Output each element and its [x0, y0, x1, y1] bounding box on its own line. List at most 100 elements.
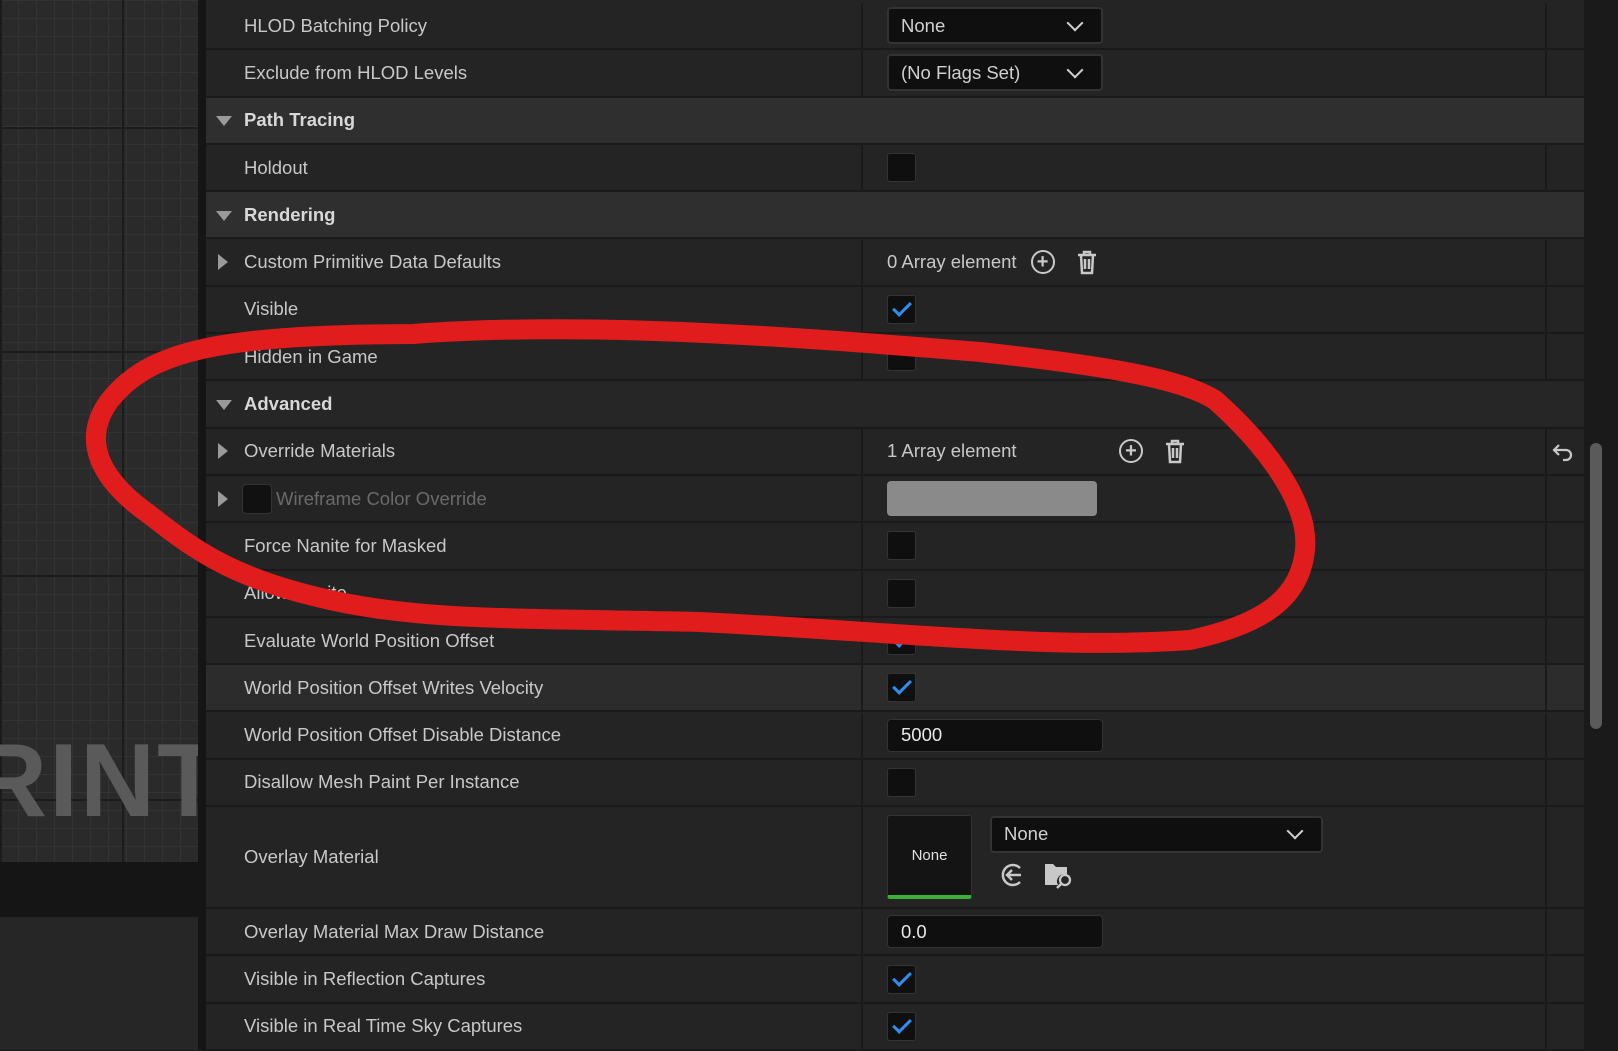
checkmark-icon — [891, 1013, 912, 1034]
chevron-down-icon — [1066, 61, 1084, 79]
array-count: 1 Array element — [887, 440, 1017, 462]
property-value: None — [865, 3, 1547, 49]
property-row-overlay-material: Overlay Material None None — [206, 807, 1584, 910]
label-text: Overlay Material — [244, 846, 379, 868]
browse-asset-icon[interactable] — [1044, 861, 1074, 889]
checkbox-visible[interactable] — [887, 294, 916, 324]
collapse-triangle-icon[interactable] — [216, 116, 232, 127]
input-overlay-material-max-draw-distance[interactable]: 0.0 — [887, 915, 1103, 949]
checkbox-visible-in-real-time-sky-captures[interactable] — [887, 1011, 916, 1041]
property-label: Overlay Material Max Draw Distance — [206, 909, 863, 955]
label-text: Advanced — [244, 393, 333, 415]
label-text: World Position Offset Writes Velocity — [244, 676, 544, 698]
asset-thumbnail[interactable]: None — [887, 815, 972, 900]
property-value: 0 Array element + — [865, 239, 1547, 285]
checkbox-hidden-in-game[interactable] — [887, 342, 916, 372]
property-row-overlay-material-max-draw-distance: Overlay Material Max Draw Distance 0.0 — [206, 909, 1584, 957]
property-label: World Position Offset Writes Velocity — [206, 665, 863, 711]
expand-triangle-icon[interactable] — [218, 490, 228, 507]
trash-icon[interactable] — [1075, 249, 1099, 275]
property-row-allow-nanite: Allow Nanite — [206, 570, 1584, 618]
label-text: Allow Nanite — [244, 582, 347, 604]
property-value: (No Flags Set) — [865, 50, 1547, 96]
checkmark-icon — [891, 966, 912, 987]
expand-triangle-icon[interactable] — [218, 254, 228, 271]
property-row-hidden-in-game: Hidden in Game — [206, 334, 1584, 382]
trash-icon[interactable] — [1163, 438, 1187, 464]
asset-dropdown[interactable]: None — [990, 815, 1323, 853]
property-label: Visible — [206, 286, 863, 333]
dropdown-exclude-from-hlod-levels[interactable]: (No Flags Set) — [887, 54, 1103, 92]
label-text: Overlay Material Max Draw Distance — [244, 920, 545, 942]
dropdown-value: (No Flags Set) — [901, 61, 1021, 83]
property-label: Override Materials — [206, 428, 863, 474]
property-row-path-tracing[interactable]: Path Tracing — [206, 97, 1584, 145]
checkbox-evaluate-world-position-offset[interactable] — [887, 626, 916, 656]
property-label: Custom Primitive Data Defaults — [206, 239, 863, 285]
property-row-advanced[interactable]: Advanced — [206, 381, 1584, 429]
checkbox-allow-nanite[interactable] — [887, 578, 916, 608]
checkbox-disallow-mesh-paint-per-instance[interactable] — [887, 767, 916, 797]
details-panel: HLOD Batching Policy None Exclude from HLO… — [206, 0, 1584, 1051]
property-label: Advanced — [206, 381, 1584, 426]
edit-condition-checkbox[interactable] — [242, 483, 272, 514]
checkbox-force-nanite-for-masked[interactable] — [887, 531, 916, 561]
property-value — [865, 570, 1547, 616]
thumbnail-label: None — [911, 847, 948, 865]
property-label: Visible in Reflection Captures — [206, 956, 863, 1002]
viewport-panel: RINT — [0, 0, 198, 1050]
dropdown-hlod-batching-policy[interactable]: None — [887, 7, 1103, 45]
use-selected-asset-icon[interactable] — [998, 861, 1026, 889]
checkmark-icon — [891, 628, 912, 648]
property-label: Hidden in Game — [206, 334, 863, 380]
collapse-triangle-icon[interactable] — [216, 400, 232, 411]
label-text: Force Nanite for Masked — [244, 534, 447, 556]
property-label: Overlay Material — [206, 807, 863, 908]
property-value — [865, 665, 1547, 711]
label-text: World Position Offset Disable Distance — [244, 724, 562, 746]
property-label: Visible in Real Time Sky Captures — [206, 1003, 863, 1049]
property-row-holdout: Holdout — [206, 144, 1584, 193]
property-label: Allow Nanite — [206, 570, 863, 616]
checkbox-world-position-offset-writes-velocity[interactable] — [887, 673, 916, 703]
label-text: Custom Primitive Data Defaults — [244, 251, 502, 273]
property-value — [865, 759, 1547, 806]
collapse-triangle-icon[interactable] — [216, 210, 232, 221]
dropdown-value: None — [1004, 823, 1049, 845]
expand-triangle-icon[interactable] — [218, 443, 228, 460]
property-row-world-position-offset-writes-velocity: World Position Offset Writes Velocity — [206, 665, 1584, 713]
array-count: 0 Array element — [887, 251, 1017, 273]
label-text: Holdout — [244, 156, 308, 178]
add-element-icon[interactable]: + — [1030, 250, 1055, 275]
add-element-icon[interactable]: + — [1119, 439, 1143, 464]
property-label: Evaluate World Position Offset — [206, 617, 863, 664]
scrollbar[interactable] — [1590, 443, 1602, 729]
viewport-bottom-bar — [0, 862, 198, 917]
input-world-position-offset-disable-distance[interactable]: 5000 — [887, 718, 1103, 752]
property-value — [865, 334, 1547, 380]
property-row-wireframe-color-override: Wireframe Color Override — [206, 476, 1584, 524]
property-row-visible-in-reflection-captures: Visible in Reflection Captures — [206, 956, 1584, 1004]
property-row-visible: Visible — [206, 286, 1584, 335]
color-swatch[interactable] — [887, 481, 1097, 517]
property-row-custom-primitive-data-defaults: Custom Primitive Data Defaults 0 Array el… — [206, 239, 1584, 287]
panel-splitter[interactable] — [198, 0, 206, 1050]
property-row-world-position-offset-disable-distance: World Position Offset Disable Distance 50… — [206, 712, 1584, 760]
property-row-rendering[interactable]: Rendering — [206, 192, 1584, 240]
label-text: Evaluate World Position Offset — [244, 629, 495, 651]
property-row-override-materials: Override Materials 1 Array element + — [206, 428, 1584, 476]
property-row-evaluate-world-position-offset: Evaluate World Position Offset — [206, 617, 1584, 666]
dropdown-value: None — [901, 14, 946, 36]
reset-to-default-icon[interactable] — [1552, 442, 1574, 462]
property-label: World Position Offset Disable Distance — [206, 712, 863, 758]
property-value — [865, 476, 1547, 522]
checkbox-holdout[interactable] — [887, 153, 916, 183]
property-row-disallow-mesh-paint-per-instance: Disallow Mesh Paint Per Instance — [206, 759, 1584, 808]
property-value — [865, 1003, 1547, 1049]
viewport-watermark: RINT — [0, 723, 198, 839]
label-text: HLOD Batching Policy — [244, 14, 428, 36]
checkbox-visible-in-reflection-captures[interactable] — [887, 964, 916, 994]
label-text: Visible in Real Time Sky Captures — [244, 1015, 523, 1037]
property-value: 0.0 — [865, 909, 1547, 955]
asset-picker: None — [990, 815, 1323, 889]
